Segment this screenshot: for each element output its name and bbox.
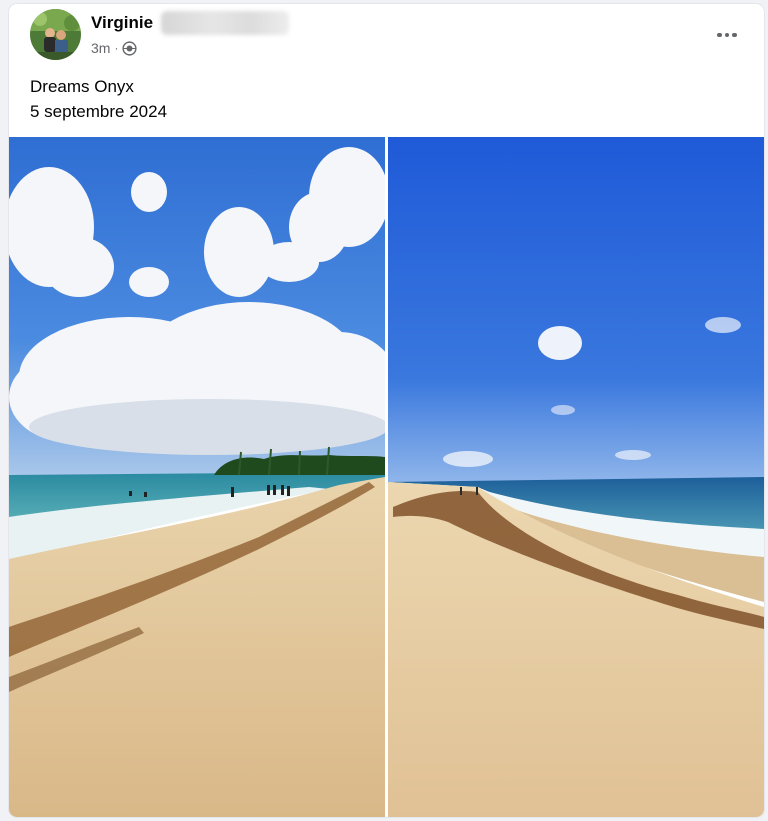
more-options-icon[interactable]: [710, 18, 744, 52]
beach-photo-right[interactable]: [388, 137, 764, 817]
photo-grid: [9, 137, 764, 817]
globe-icon[interactable]: [122, 40, 138, 56]
blurred-surname: [161, 11, 289, 35]
post-meta: 3m ·: [91, 40, 138, 56]
timestamp[interactable]: 3m: [91, 40, 110, 56]
caption-line-title: Dreams Onyx: [30, 77, 134, 96]
author-name[interactable]: Virginie: [91, 13, 153, 33]
post-caption: Dreams Onyx 5 septembre 2024: [30, 74, 167, 124]
meta-separator: ·: [114, 41, 119, 55]
post-header: Virginie 3m ·: [9, 4, 764, 64]
beach-photo-left[interactable]: [9, 137, 385, 817]
caption-line-date: 5 septembre 2024: [30, 102, 168, 121]
avatar[interactable]: [30, 9, 81, 60]
post-card: Virginie 3m · Dreams Onyx 5 septembre 20…: [9, 4, 764, 817]
